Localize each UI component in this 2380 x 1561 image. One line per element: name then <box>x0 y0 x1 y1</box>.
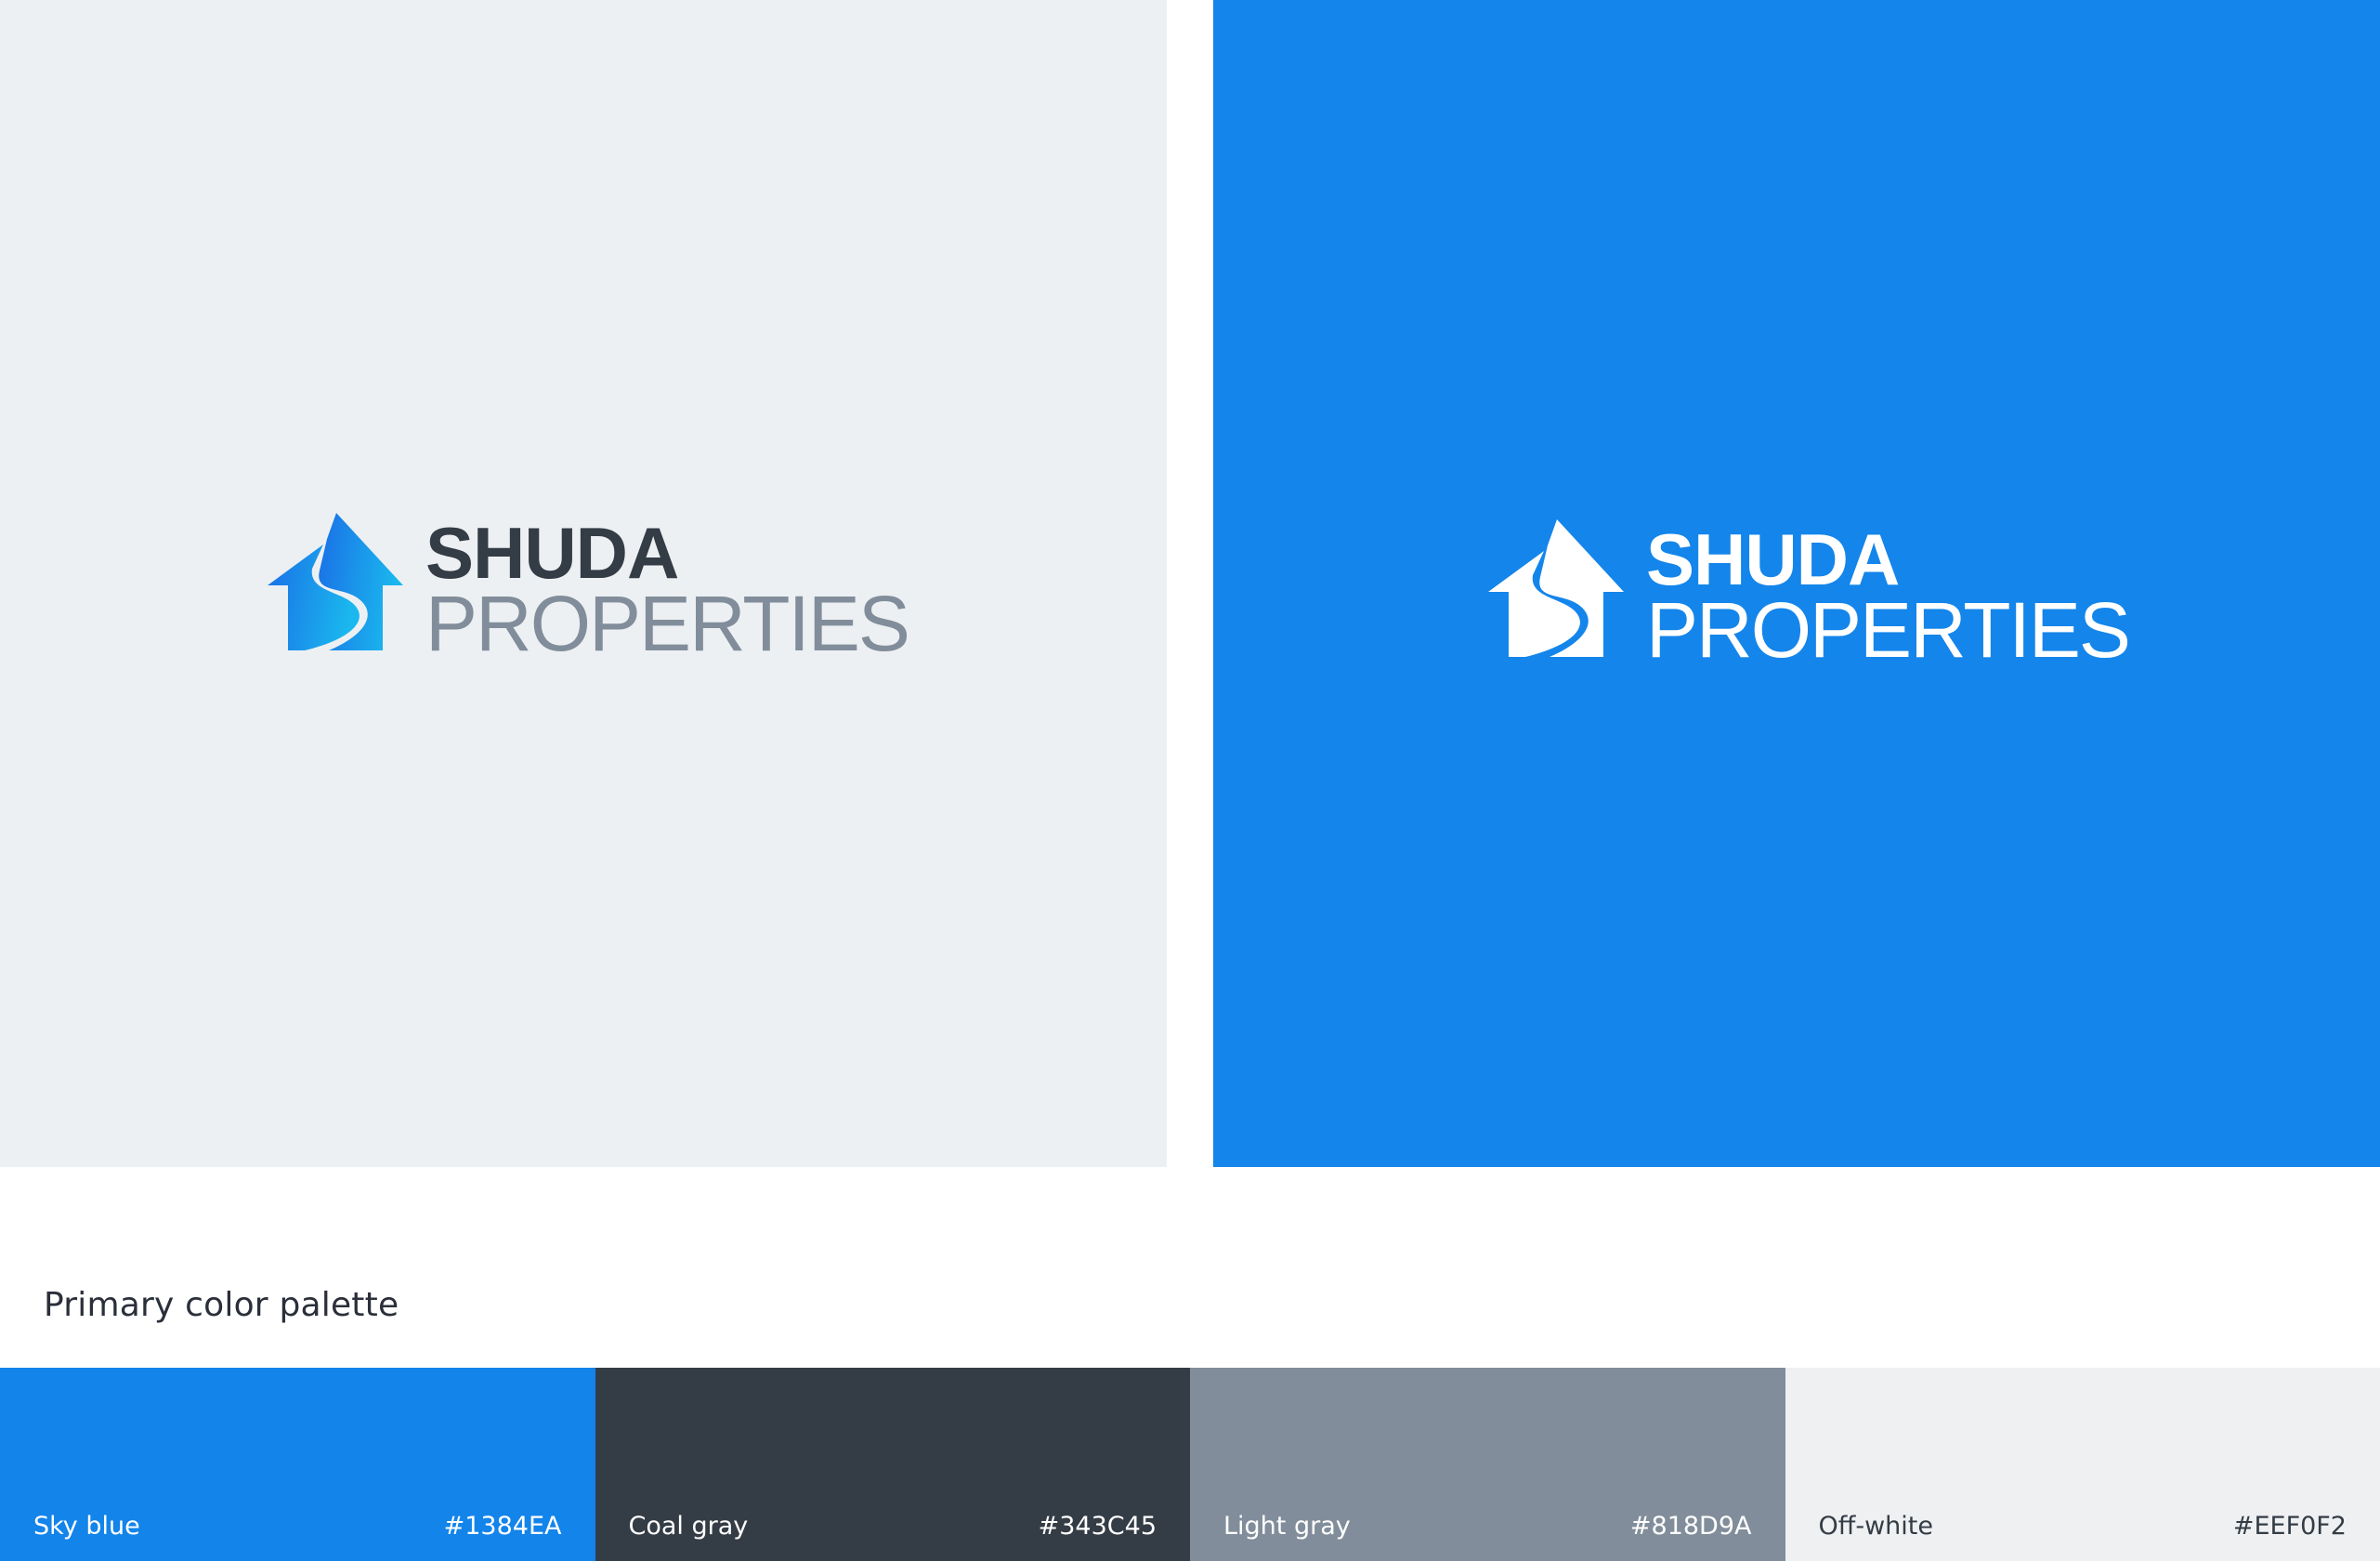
logo-panel-light: SHUDA PROPERTIES <box>0 0 1167 1167</box>
swatch-name: Off-white <box>1818 1512 1934 1541</box>
swatch-hex: #818D9A <box>1629 1512 1752 1541</box>
wordmark-line-2: PROPERTIES <box>425 580 910 667</box>
swatch-name: Coal gray <box>628 1512 749 1541</box>
swatch-light-gray: Light gray #818D9A <box>1190 1368 1785 1561</box>
swatch-hex: #EEF0F2 <box>2232 1512 2347 1541</box>
swatch-hex: #343C45 <box>1038 1512 1157 1541</box>
color-swatches: Sky blue #1384EA Coal gray #343C45 Light… <box>0 1368 2380 1561</box>
swatch-sky-blue: Sky blue #1384EA <box>0 1368 595 1561</box>
swatch-name: Light gray <box>1223 1512 1351 1541</box>
swatch-name: Sky blue <box>33 1512 140 1541</box>
swatch-coal-gray: Coal gray #343C45 <box>595 1368 1190 1561</box>
house-arrow-s-icon <box>1488 519 1624 657</box>
swatch-hex: #1384EA <box>443 1512 562 1541</box>
palette-title: Primary color palette <box>44 1286 399 1324</box>
house-arrow-s-icon <box>268 513 403 650</box>
swatch-off-white: Off-white #EEF0F2 <box>1785 1368 2380 1561</box>
wordmark-line-2: PROPERTIES <box>1646 586 2131 674</box>
